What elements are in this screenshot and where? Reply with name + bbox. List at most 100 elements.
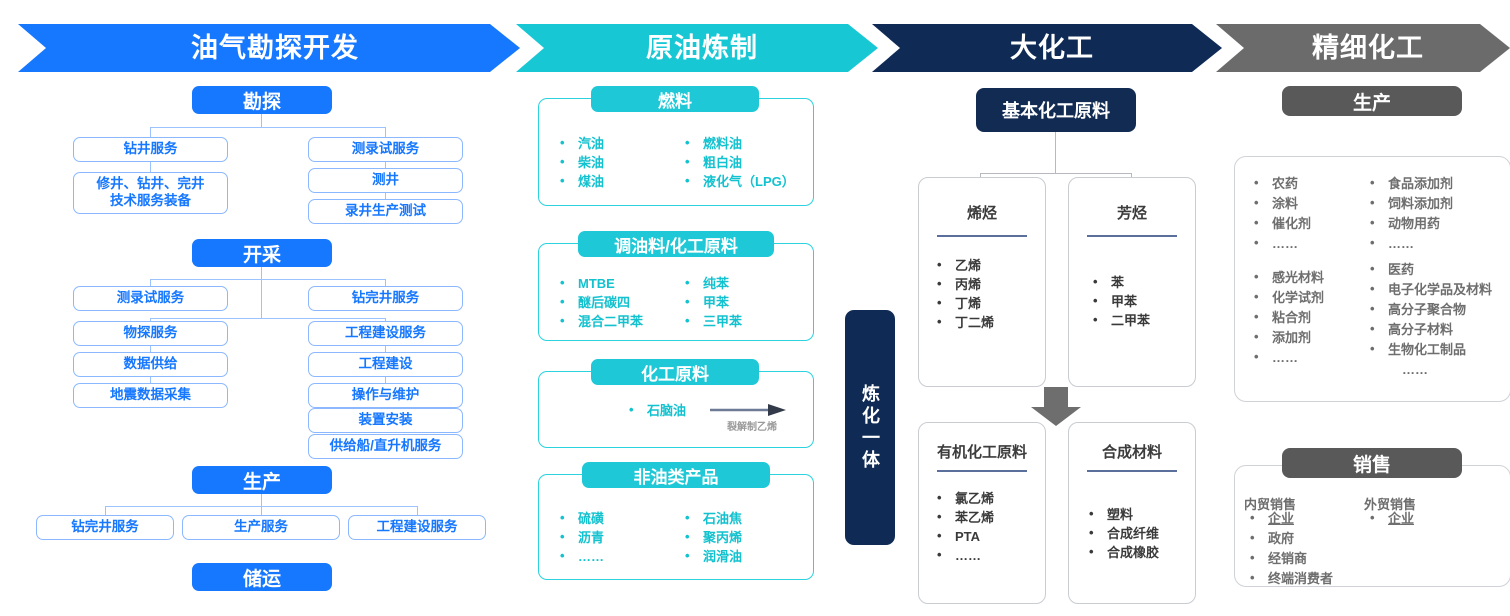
list-item: 添加剂 — [1248, 327, 1324, 348]
box-engineering-construction[interactable]: 工程建设 — [308, 352, 463, 377]
sales-domestic-list: 企业 政府 经销商 终端消费者 — [1244, 508, 1333, 589]
card-synthetic-materials: 合成材料 塑料 合成纤维 合成橡胶 — [1068, 422, 1196, 604]
box-engineering-construction-service[interactable]: 工程建设服务 — [308, 321, 463, 346]
synthetic-materials-list: 塑料 合成纤维 合成橡胶 — [1083, 504, 1159, 562]
organic-chemical-feedstock-list: 氯乙烯 苯乙烯 PTA …… — [931, 488, 994, 565]
box-geophysical-service[interactable]: 物探服务 — [73, 321, 228, 346]
box-line-1: 修井、钻井、完井 — [96, 176, 205, 192]
list-item: 二甲苯 — [1087, 310, 1150, 330]
connector — [261, 267, 263, 319]
box-logging-testing-service-2[interactable]: 测录试服务 — [73, 286, 228, 311]
list-item: 煤油 — [556, 171, 604, 191]
card-aromatics: 芳烃 苯 甲苯 二甲苯 — [1068, 177, 1196, 387]
box-supply-vessel-helicopter-service[interactable]: 供给船/直升机服务 — [308, 434, 463, 459]
box-seismic-data-acquisition[interactable]: 地震数据采集 — [73, 383, 228, 408]
card-title-fuel: 燃料 — [591, 86, 759, 112]
box-engineering-construction-service-2[interactable]: 工程建设服务 — [348, 515, 486, 540]
list-item: 氯乙烯 — [931, 488, 994, 508]
list-item: 饲料添加剂 — [1364, 193, 1453, 214]
list-item: …… — [1248, 233, 1311, 254]
diagram-canvas: 油气勘探开发 原油炼制 大化工 精细化工 勘探 钻井服务 修井、钻井、完井 技术… — [0, 0, 1510, 616]
list-item: 合成橡胶 — [1083, 542, 1159, 562]
card-olefins: 烯烃 乙烯 丙烯 丁烯 丁二烯 — [918, 177, 1046, 387]
list-item: 液化气（LPG） — [681, 171, 795, 191]
divider — [937, 470, 1027, 472]
card-title-olefins: 烯烃 — [966, 205, 997, 222]
fuel-list-right: 燃料油 粗白油 液化气（LPG） — [681, 133, 795, 191]
box-well-tech-equipment[interactable]: 修井、钻井、完井 技术服务装备 — [73, 172, 228, 214]
card-title-aromatics: 芳烃 — [1116, 205, 1147, 222]
list-item: 柴油 — [556, 152, 604, 172]
list-item[interactable]: 企业 — [1364, 508, 1414, 529]
group-header-extraction: 开采 — [192, 239, 332, 267]
fine-production-list-b2: 医药 电子化学品及材料 高分子聚合物 高分子材料 生物化工制品 …… — [1364, 259, 1504, 380]
fine-production-list-a1: 农药 涂料 催化剂 …… — [1248, 173, 1311, 254]
list-item: 甲苯 — [1087, 291, 1150, 311]
list-item: 电子化学品及材料 — [1364, 279, 1504, 300]
fuel-list-left: 汽油 柴油 煤油 — [556, 133, 604, 191]
banner-oil-gas-exploration: 油气勘探开发 — [18, 24, 520, 72]
connector — [105, 506, 417, 508]
connector — [261, 114, 263, 128]
card-title-chemical-feedstock: 化工原料 — [591, 359, 759, 385]
group-header-fine-production: 生产 — [1282, 86, 1462, 116]
box-equipment-installation[interactable]: 装置安装 — [308, 408, 463, 433]
aromatics-list: 苯 甲苯 二甲苯 — [1087, 272, 1150, 330]
list-item[interactable]: 企业 — [1244, 508, 1333, 529]
list-item: 汽油 — [556, 133, 604, 153]
list-item: 食品添加剂 — [1364, 173, 1453, 194]
connector — [1055, 132, 1057, 174]
list-item: 高分子聚合物 — [1364, 299, 1504, 320]
box-mud-logging-production-test[interactable]: 录井生产测试 — [308, 199, 463, 224]
group-header-exploration: 勘探 — [192, 86, 332, 114]
card-title-blendstock: 调油料/化工原料 — [578, 231, 774, 257]
list-item: 生物化工制品 — [1364, 339, 1504, 360]
down-arrow-icon — [1031, 387, 1081, 426]
list-item: MTBE — [556, 273, 643, 293]
banner-crude-refining: 原油炼制 — [516, 24, 878, 72]
list-item: PTA — [931, 526, 994, 546]
connector — [150, 318, 386, 320]
list-item: 乙烯 — [931, 255, 994, 275]
connector — [980, 173, 1132, 175]
list-item: 粗白油 — [681, 152, 795, 172]
box-well-logging[interactable]: 测井 — [308, 168, 463, 193]
box-logging-testing-service[interactable]: 测录试服务 — [308, 137, 463, 162]
list-item-ellipsis: …… — [1402, 362, 1428, 377]
box-drilling-completion-service-2[interactable]: 钻完井服务 — [36, 515, 174, 540]
list-item: 合成纤维 — [1083, 523, 1159, 543]
box-operation-maintenance[interactable]: 操作与维护 — [308, 383, 463, 408]
nonoil-list-right: 石油焦 聚丙烯 润滑油 — [681, 508, 742, 566]
fine-production-list-b1: 食品添加剂 饲料添加剂 动物用药 …… — [1364, 173, 1453, 254]
list-item: 混合二甲苯 — [556, 311, 643, 331]
box-data-supply[interactable]: 数据供给 — [73, 352, 228, 377]
list-item: 聚丙烯 — [681, 527, 742, 547]
divider — [1087, 235, 1177, 237]
chemical-feedstock-list: 石脑油 — [625, 400, 686, 420]
list-item: 苯乙烯 — [931, 507, 994, 527]
box-production-service[interactable]: 生产服务 — [182, 515, 340, 540]
box-drilling-service[interactable]: 钻井服务 — [73, 137, 228, 162]
list-item: 终端消费者 — [1244, 568, 1333, 589]
list-item: 三甲苯 — [681, 311, 742, 331]
box-drilling-completion-service[interactable]: 钻完井服务 — [308, 286, 463, 311]
connector — [150, 279, 386, 281]
group-header-storage-transport: 储运 — [192, 563, 332, 591]
banner-big-chemical: 大化工 — [872, 24, 1222, 72]
list-item: …… — [931, 545, 994, 565]
list-item: 涂料 — [1248, 193, 1311, 214]
list-item: …… — [1364, 233, 1453, 254]
list-item: 塑料 — [1083, 504, 1159, 524]
list-item: 粘合剂 — [1248, 307, 1324, 328]
sales-foreign-list: 企业 — [1364, 508, 1414, 529]
list-item: 丁二烯 — [931, 312, 994, 332]
list-item: 丁烯 — [931, 293, 994, 313]
olefins-list: 乙烯 丙烯 丁烯 丁二烯 — [931, 255, 994, 332]
connector — [150, 127, 386, 129]
list-item: 沥青 — [556, 527, 604, 547]
blendstock-list-right: 纯苯 甲苯 三甲苯 — [681, 273, 742, 331]
list-item: 化学试剂 — [1248, 287, 1324, 308]
banner-fine-chemical: 精细化工 — [1216, 24, 1510, 72]
list-item: …… — [556, 546, 604, 566]
naphtha-arrow-label: 裂解制乙烯 — [727, 422, 777, 433]
